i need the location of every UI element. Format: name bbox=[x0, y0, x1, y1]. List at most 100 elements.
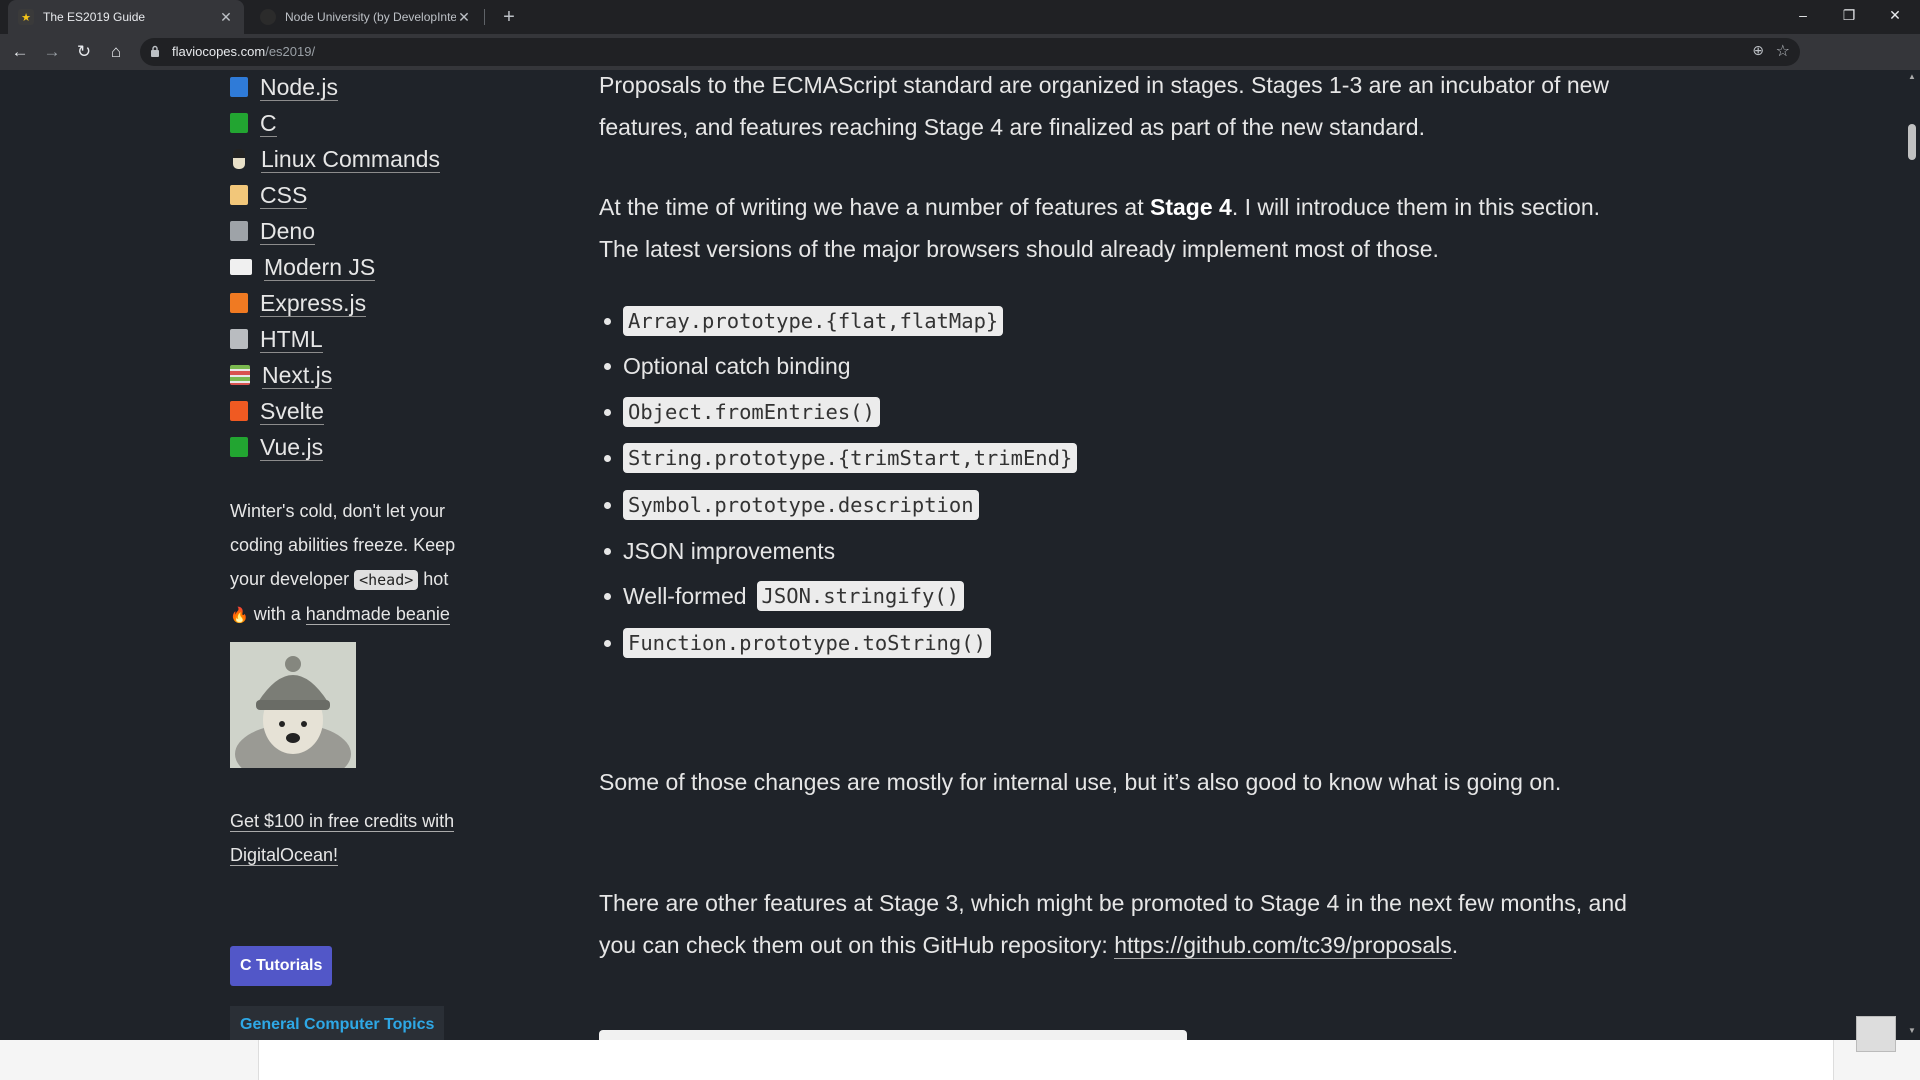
forward-arrow-icon[interactable]: → bbox=[38, 38, 66, 66]
paragraph-stage-3: There are other features at Stage 3, whi… bbox=[599, 882, 1639, 966]
lock-icon bbox=[151, 45, 159, 57]
sidebar-item-label: Node.js bbox=[260, 73, 338, 101]
list-item-text: Well-formed bbox=[623, 582, 747, 609]
tab-close-icon[interactable]: ✕ bbox=[218, 9, 234, 26]
sidebar-item-expressjs[interactable]: Express.js bbox=[230, 288, 367, 318]
sidebar-item-modern-js[interactable]: Modern JS bbox=[230, 252, 376, 282]
tab-es2019-guide[interactable]: ★ The ES2019 Guide ✕ bbox=[8, 0, 244, 34]
address-bar[interactable]: flaviocopes.com/es2019/ ⊕ ☆ bbox=[140, 38, 1800, 66]
open-book-icon bbox=[230, 259, 252, 275]
promo-text: hot bbox=[423, 569, 449, 589]
home-icon[interactable]: ⌂ bbox=[102, 38, 130, 66]
sidebar-item-label: Vue.js bbox=[260, 433, 324, 461]
browser-toolbar: ← → ↻ ⌂ flaviocopes.com/es2019/ ⊕ ☆ ✣ ⋮ bbox=[0, 34, 1920, 97]
promo-code: <head> bbox=[354, 570, 419, 590]
sidebar-item-linux-commands[interactable]: Linux Commands bbox=[230, 144, 440, 174]
page-content: Node.js C Linux Commands CSS Deno Modern… bbox=[0, 70, 1904, 1040]
sidebar-item-label: Deno bbox=[260, 217, 315, 245]
sidebar-item-label: C bbox=[260, 109, 277, 137]
notebook-icon bbox=[230, 329, 248, 349]
minimize-button[interactable]: – bbox=[1780, 0, 1826, 30]
sidebar-item-c[interactable]: C bbox=[230, 108, 277, 138]
scrollbar-thumb[interactable] bbox=[1908, 124, 1916, 160]
reload-icon[interactable]: ↻ bbox=[70, 38, 98, 66]
code-snippet: Object.fromEntries() bbox=[623, 397, 880, 427]
list-item: Optional catch binding bbox=[604, 347, 851, 385]
list-item-text: JSON improvements bbox=[623, 537, 836, 564]
bookmark-star-icon[interactable]: ☆ bbox=[1776, 41, 1790, 61]
close-window-button[interactable]: ✕ bbox=[1872, 0, 1918, 30]
paragraph-text: . bbox=[1451, 932, 1459, 958]
sidebar-item-label: Linux Commands bbox=[261, 145, 440, 173]
sidebar-item-nodejs[interactable]: Node.js bbox=[230, 72, 338, 102]
bullet-dot bbox=[604, 640, 611, 647]
fire-icon: 🔥 bbox=[230, 607, 249, 624]
code-snippet: Symbol.prototype.description bbox=[623, 490, 979, 520]
list-item-text: Optional catch binding bbox=[623, 352, 851, 379]
bullet-dot bbox=[604, 502, 611, 509]
bottom-overlay-bar bbox=[0, 1040, 1920, 1080]
tab-node-university[interactable]: Node University (by DevelopInte ✕ bbox=[250, 0, 482, 34]
sidebar-item-vuejs[interactable]: Vue.js bbox=[230, 432, 324, 462]
sidebar-item-label: Express.js bbox=[260, 289, 367, 317]
promo-text: Winter's cold, don't let your coding abi… bbox=[230, 501, 456, 589]
zoom-icon[interactable]: ⊕ bbox=[1752, 42, 1764, 59]
list-item: Array.prototype.{flat,flatMap} bbox=[604, 302, 1004, 340]
general-computer-topics-link[interactable]: General Computer Topics bbox=[230, 1006, 445, 1040]
sidebar-item-deno[interactable]: Deno bbox=[230, 216, 315, 246]
sidebar-item-css[interactable]: CSS bbox=[230, 180, 308, 210]
sidebar-item-label: Next.js bbox=[262, 361, 333, 389]
tab-close-icon[interactable]: ✕ bbox=[456, 9, 472, 26]
book-icon bbox=[230, 401, 248, 421]
paragraph-text: At the time of writing we have a number … bbox=[599, 194, 1151, 220]
book-icon bbox=[230, 113, 248, 133]
code-snippet: Array.prototype.{flat,flatMap} bbox=[623, 306, 1004, 336]
video-thumbnail[interactable] bbox=[1856, 1016, 1896, 1052]
bullet-dot bbox=[604, 455, 611, 462]
bullet-dot bbox=[604, 409, 611, 416]
beanie-dog-image[interactable] bbox=[230, 642, 356, 768]
bullet-dot bbox=[604, 593, 611, 600]
sidebar-item-label: HTML bbox=[260, 325, 323, 353]
paragraph-text: There are other features at Stage 3, whi… bbox=[599, 890, 1627, 958]
penguin-icon bbox=[233, 149, 245, 169]
book-icon bbox=[230, 185, 248, 205]
digitalocean-link[interactable]: Get $100 in free credits with DigitalOce… bbox=[230, 804, 500, 872]
bullet-dot bbox=[604, 363, 611, 370]
sidebar-item-label: CSS bbox=[260, 181, 308, 209]
book-icon bbox=[230, 293, 248, 313]
sidebar-item-svelte[interactable]: Svelte bbox=[230, 396, 324, 426]
beanie-promo: Winter's cold, don't let your coding abi… bbox=[230, 494, 490, 633]
list-item: Symbol.prototype.description bbox=[604, 486, 979, 524]
code-snippet: String.prototype.{trimStart,trimEnd} bbox=[623, 443, 1078, 473]
bullet-dot bbox=[604, 318, 611, 325]
tab-separator bbox=[484, 9, 485, 25]
next-section-card bbox=[599, 1030, 1187, 1040]
tab-title: The ES2019 Guide bbox=[43, 10, 146, 24]
scroll-up-arrow-icon[interactable]: ▲ bbox=[1908, 72, 1916, 81]
site-favicon-icon: ★ bbox=[18, 9, 34, 25]
c-tutorials-button[interactable]: C Tutorials bbox=[230, 946, 333, 986]
scroll-down-arrow-icon[interactable]: ▼ bbox=[1908, 1026, 1916, 1035]
paragraph-internal-use: Some of those changes are mostly for int… bbox=[599, 769, 1562, 795]
tab-title: Node University (by DevelopInte bbox=[285, 10, 456, 24]
sidebar-item-html[interactable]: HTML bbox=[230, 324, 323, 354]
back-arrow-icon[interactable]: ← bbox=[6, 38, 34, 66]
bullet-dot bbox=[604, 548, 611, 555]
page-scrollbar[interactable]: ▲ ▼ bbox=[1904, 70, 1920, 1040]
notebook-icon bbox=[230, 221, 248, 241]
promo-text: with a bbox=[253, 604, 301, 624]
restore-button[interactable]: ❐ bbox=[1826, 0, 1872, 30]
digitalocean-link-text: Get $100 in free credits with DigitalOce… bbox=[230, 811, 455, 866]
url-text: flaviocopes.com/es2019/ bbox=[172, 44, 316, 59]
sidebar-item-nextjs[interactable]: Next.js bbox=[230, 360, 333, 390]
bottom-overlay-panel bbox=[258, 1040, 1834, 1080]
new-tab-button[interactable]: + bbox=[496, 4, 522, 30]
list-item: Function.prototype.toString() bbox=[604, 624, 991, 662]
stage-4-bold: Stage 4 bbox=[1150, 194, 1232, 220]
sidebar-item-label: Modern JS bbox=[264, 253, 376, 281]
sidebar-item-label: Svelte bbox=[260, 397, 324, 425]
tc39-proposals-link[interactable]: https://github.com/tc39/proposals bbox=[1114, 932, 1452, 959]
handmade-beanie-link[interactable]: handmade beanie bbox=[305, 604, 450, 625]
code-snippet: JSON.stringify() bbox=[756, 581, 965, 611]
